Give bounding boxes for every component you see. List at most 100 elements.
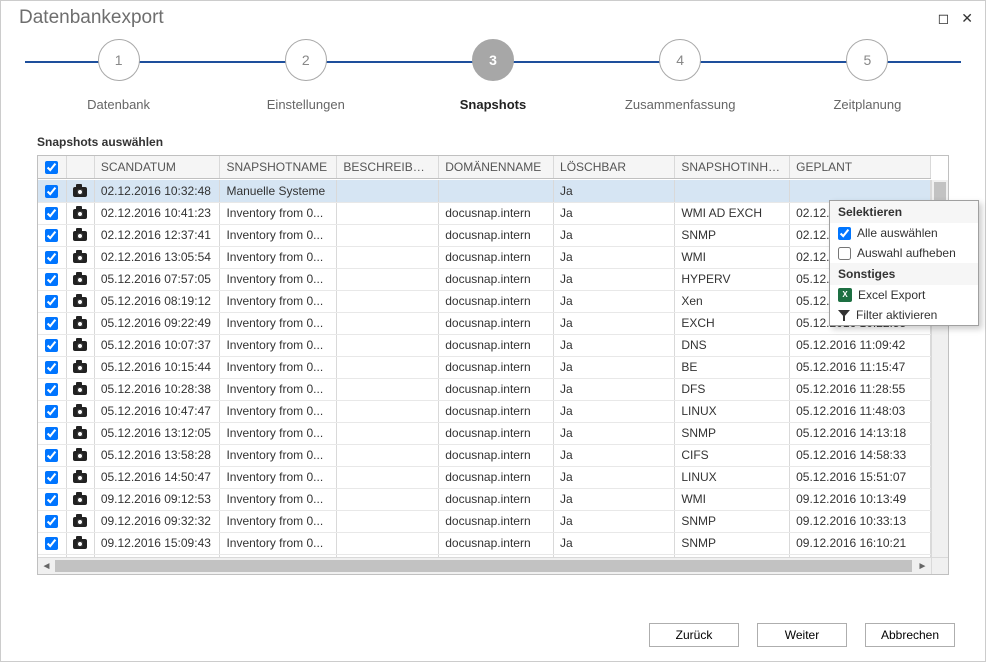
context-item-deselect[interactable]: Auswahl aufheben [830, 243, 978, 263]
step-einstellungen[interactable]: 2Einstellungen [212, 39, 399, 112]
row-checkbox-cell[interactable] [38, 422, 66, 444]
table-row[interactable]: 05.12.2016 08:19:12 Inventory from 0... … [38, 290, 931, 312]
row-checkbox[interactable] [45, 361, 58, 374]
row-checkbox[interactable] [45, 405, 58, 418]
table-row[interactable]: 02.12.2016 10:32:48 Manuelle Systeme Ja [38, 180, 931, 202]
row-checkbox[interactable] [45, 383, 58, 396]
row-checkbox-cell[interactable] [38, 334, 66, 356]
row-checkbox[interactable] [45, 295, 58, 308]
step-circle: 4 [659, 39, 701, 81]
cell-snapshotinhalt: CIFS [675, 444, 790, 466]
row-checkbox-cell[interactable] [38, 532, 66, 554]
row-checkbox-cell[interactable] [38, 224, 66, 246]
cell-snapshotname: Inventory from 0... [220, 224, 337, 246]
row-checkbox[interactable] [45, 273, 58, 286]
step-datenbank[interactable]: 1Datenbank [25, 39, 212, 112]
row-checkbox[interactable] [45, 185, 58, 198]
header-snapshotinhalt[interactable]: SNAPSHOTINHA... [675, 156, 790, 178]
table-row[interactable]: 05.12.2016 13:58:28 Inventory from 0... … [38, 444, 931, 466]
step-zeitplanung[interactable]: 5Zeitplanung [774, 39, 961, 112]
header-beschreibung[interactable]: BESCHREIBUNG [337, 156, 439, 178]
row-checkbox-cell[interactable] [38, 246, 66, 268]
select-all-checkbox[interactable] [45, 161, 58, 174]
table-row[interactable]: 05.12.2016 09:22:49 Inventory from 0... … [38, 312, 931, 334]
close-icon[interactable]: ✕ [961, 10, 973, 27]
row-checkbox[interactable] [45, 515, 58, 528]
row-checkbox[interactable] [45, 207, 58, 220]
row-checkbox-cell[interactable] [38, 290, 66, 312]
row-checkbox-cell[interactable] [38, 488, 66, 510]
table-row[interactable]: 02.12.2016 10:41:23 Inventory from 0... … [38, 202, 931, 224]
header-checkbox-cell[interactable] [38, 156, 66, 178]
cell-snapshotinhalt: HYPERV [675, 268, 790, 290]
row-checkbox[interactable] [45, 339, 58, 352]
row-checkbox-cell[interactable] [38, 202, 66, 224]
select-all-menu-checkbox[interactable] [838, 227, 851, 240]
row-checkbox[interactable] [45, 229, 58, 242]
cell-loeschbar: Ja [554, 202, 675, 224]
snapshot-table-header: SCANDATUM SNAPSHOTNAME BESCHREIBUNG DOMÄ… [38, 156, 931, 179]
row-checkbox-cell[interactable] [38, 378, 66, 400]
table-row[interactable]: 05.12.2016 14:50:47 Inventory from 0... … [38, 466, 931, 488]
row-checkbox-cell[interactable] [38, 510, 66, 532]
scroll-left-icon[interactable]: ◄ [38, 561, 55, 572]
row-checkbox[interactable] [45, 449, 58, 462]
step-zusammenfassung[interactable]: 4Zusammenfassung [587, 39, 774, 112]
horizontal-scrollbar[interactable]: ◄ ► [38, 557, 931, 574]
scroll-right-icon[interactable]: ► [914, 561, 931, 572]
row-checkbox[interactable] [45, 471, 58, 484]
cell-scandatum: 05.12.2016 13:58:28 [94, 444, 220, 466]
table-row[interactable]: 05.12.2016 10:07:37 Inventory from 0... … [38, 334, 931, 356]
row-checkbox-cell[interactable] [38, 268, 66, 290]
cell-domaenenname: docusnap.intern [439, 268, 554, 290]
header-loeschbar[interactable]: LÖSCHBAR [554, 156, 675, 178]
window-controls: ◻ ✕ [938, 10, 973, 27]
table-row[interactable]: 05.12.2016 10:15:44 Inventory from 0... … [38, 356, 931, 378]
table-row[interactable]: 09.12.2016 09:12:53 Inventory from 0... … [38, 488, 931, 510]
row-checkbox-cell[interactable] [38, 444, 66, 466]
table-row[interactable]: 05.12.2016 10:47:47 Inventory from 0... … [38, 400, 931, 422]
scrollbar-thumb-h[interactable] [55, 560, 912, 572]
cell-domaenenname [439, 180, 554, 202]
next-button[interactable]: Weiter [757, 623, 847, 647]
table-row[interactable]: 05.12.2016 13:12:05 Inventory from 0... … [38, 422, 931, 444]
table-row[interactable]: 02.12.2016 13:05:54 Inventory from 0... … [38, 246, 931, 268]
header-geplant[interactable]: GEPLANT [790, 156, 931, 178]
row-checkbox[interactable] [45, 251, 58, 264]
table-row[interactable]: 05.12.2016 10:28:38 Inventory from 0... … [38, 378, 931, 400]
context-item-excel[interactable]: X Excel Export [830, 285, 978, 305]
camera-icon [73, 385, 87, 395]
header-snapshotname[interactable]: SNAPSHOTNAME [220, 156, 337, 178]
cell-scandatum: 09.12.2016 15:09:43 [94, 532, 220, 554]
cell-beschreibung [337, 334, 439, 356]
header-scandatum[interactable]: SCANDATUM [94, 156, 220, 178]
row-checkbox[interactable] [45, 493, 58, 506]
row-checkbox[interactable] [45, 317, 58, 330]
cell-snapshotinhalt: Xen [675, 290, 790, 312]
row-checkbox-cell[interactable] [38, 466, 66, 488]
cell-loeschbar: Ja [554, 312, 675, 334]
cell-beschreibung [337, 444, 439, 466]
cancel-button[interactable]: Abbrechen [865, 623, 955, 647]
row-checkbox[interactable] [45, 427, 58, 440]
context-item-select-all[interactable]: Alle auswählen [830, 223, 978, 243]
maximize-icon[interactable]: ◻ [938, 10, 950, 27]
cell-beschreibung [337, 356, 439, 378]
row-checkbox[interactable] [45, 537, 58, 550]
row-checkbox-cell[interactable] [38, 400, 66, 422]
header-domaenenname[interactable]: DOMÄNENNAME [439, 156, 554, 178]
context-item-filter[interactable]: Filter aktivieren [830, 305, 978, 325]
table-row[interactable]: 05.12.2016 07:57:05 Inventory from 0... … [38, 268, 931, 290]
step-snapshots[interactable]: 3Snapshots [399, 39, 586, 112]
row-checkbox-cell[interactable] [38, 356, 66, 378]
cell-domaenenname: docusnap.intern [439, 224, 554, 246]
row-checkbox-cell[interactable] [38, 180, 66, 202]
table-row[interactable]: 09.12.2016 15:09:43 Inventory from 0... … [38, 532, 931, 554]
back-button[interactable]: Zurück [649, 623, 739, 647]
table-row[interactable]: 09.12.2016 09:32:32 Inventory from 0... … [38, 510, 931, 532]
deselect-menu-checkbox[interactable] [838, 247, 851, 260]
table-row[interactable]: 02.12.2016 12:37:41 Inventory from 0... … [38, 224, 931, 246]
cell-loeschbar: Ja [554, 444, 675, 466]
cell-scandatum: 05.12.2016 07:57:05 [94, 268, 220, 290]
row-checkbox-cell[interactable] [38, 312, 66, 334]
